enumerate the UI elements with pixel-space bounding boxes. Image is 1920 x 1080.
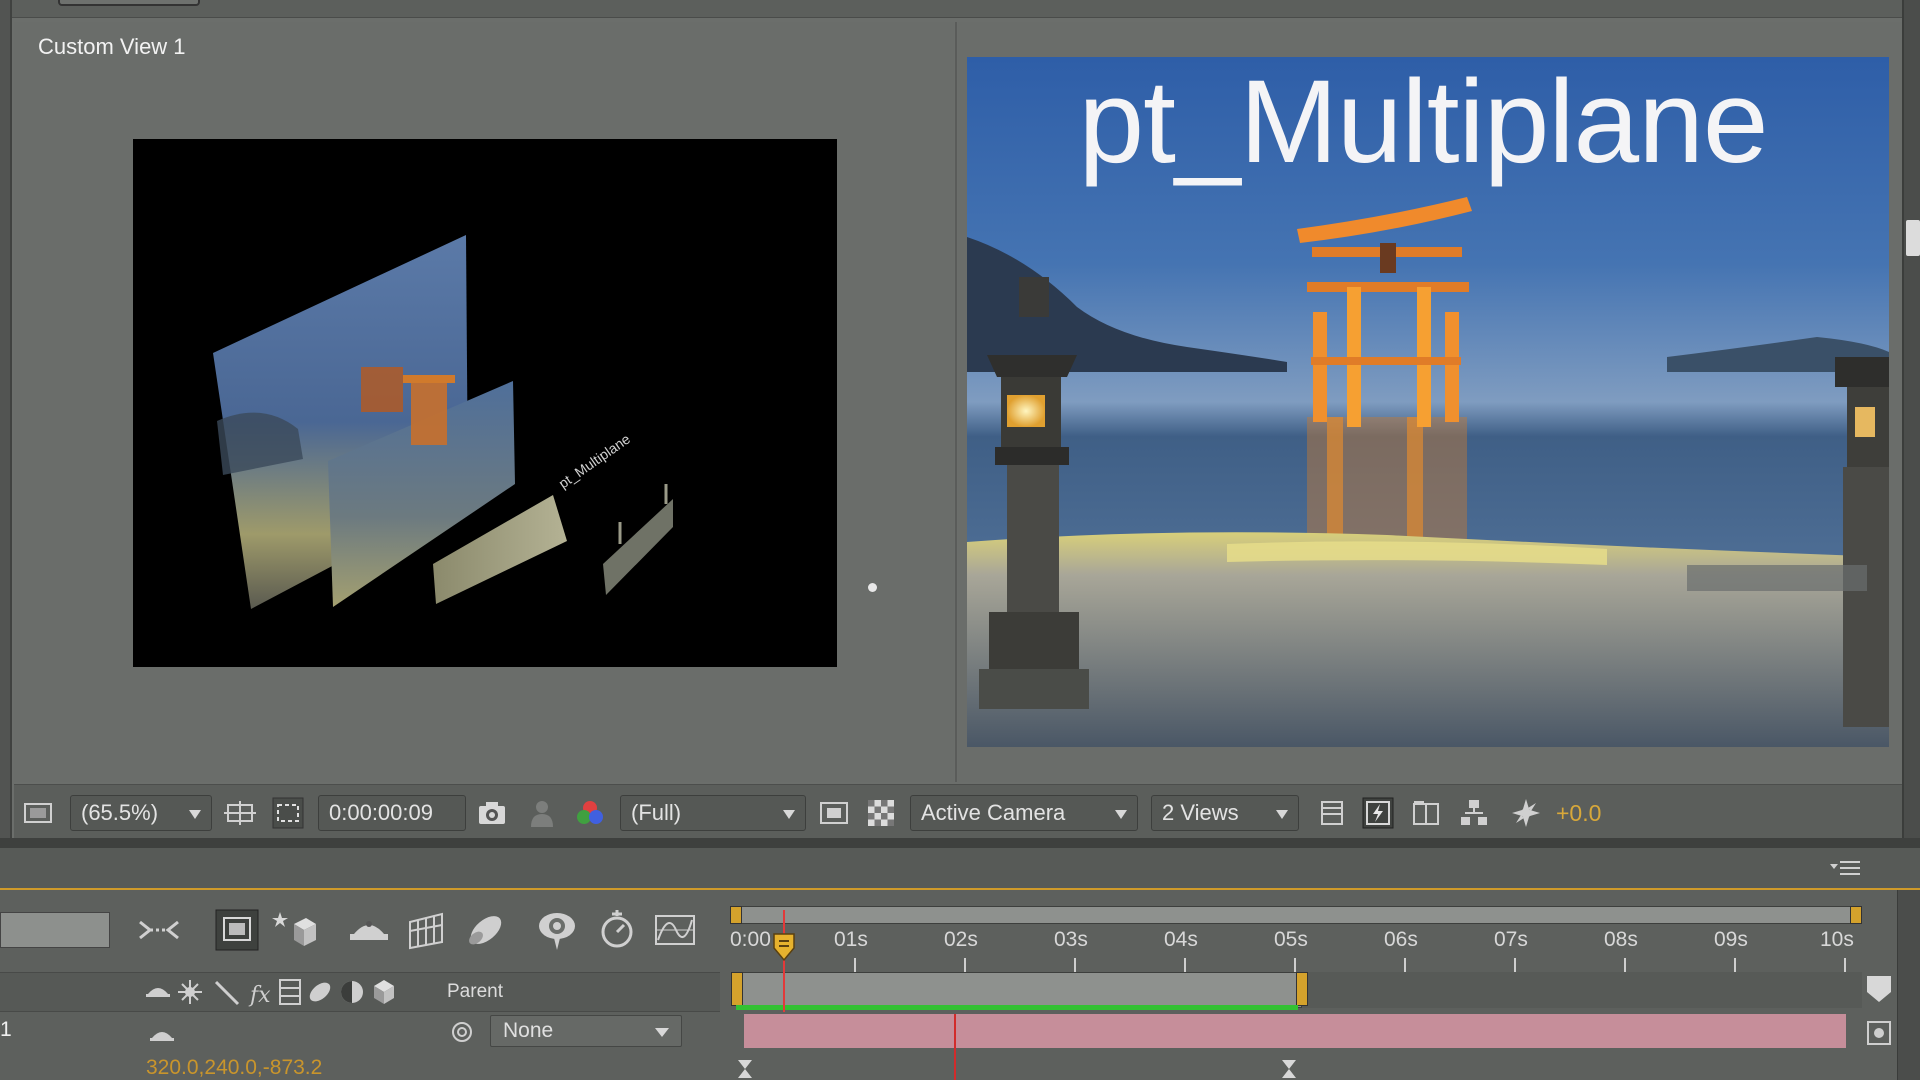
magnification-dropdown[interactable]: (65.5%)	[70, 795, 212, 831]
brainstorm-icon[interactable]	[534, 908, 580, 952]
graph-editor-icon[interactable]	[652, 908, 698, 952]
views-value: 2 Views	[1162, 800, 1239, 825]
reset-exposure-icon[interactable]	[1510, 797, 1542, 829]
time-navigator[interactable]	[730, 906, 1862, 924]
panel-scrollbar[interactable]	[1902, 0, 1920, 838]
ruler-label: 02s	[944, 928, 978, 951]
timeline-tab-bar	[0, 848, 1920, 890]
parent-dropdown[interactable]: None	[490, 1015, 682, 1047]
ruler-label: 09s	[1714, 928, 1748, 951]
draft-3d-icon[interactable]	[272, 908, 318, 952]
flowchart-icon[interactable]	[1458, 797, 1490, 829]
shy-switch-icon[interactable]	[148, 1024, 176, 1044]
transparency-grid-icon[interactable]	[865, 797, 897, 829]
timeline-panel-icon[interactable]	[1410, 797, 1442, 829]
view-layout-dropdown[interactable]: 2 Views	[1151, 795, 1299, 831]
panel-menu-icon[interactable]	[1828, 856, 1862, 880]
work-area-remainder	[1302, 972, 1862, 1008]
ruler-label: 0:00	[730, 928, 771, 951]
shy-switch-icon[interactable]	[146, 988, 170, 997]
chevron-down-icon	[783, 810, 795, 819]
parent-value: None	[503, 1019, 554, 1042]
panel-separator	[0, 838, 1920, 848]
svg-text:pt_Multiplane: pt_Multiplane	[556, 430, 634, 491]
effects-switch-icon[interactable]: fx	[248, 983, 271, 1008]
fast-preview-region-icon[interactable]	[818, 797, 850, 829]
toggle-pixel-aspect-icon[interactable]	[1316, 797, 1348, 829]
ruler-label: 10s	[1820, 928, 1854, 951]
scrollbar-thumb[interactable]	[1906, 220, 1920, 256]
chevron-down-icon	[1276, 810, 1288, 819]
comp-mini-flowchart-icon[interactable]	[136, 908, 182, 952]
title-action-safe-icon[interactable]	[224, 797, 256, 829]
render-title-text: pt_Multiplane	[1078, 57, 1769, 188]
work-area-end-handle[interactable]	[1296, 972, 1308, 1006]
shy-layers-icon[interactable]	[346, 908, 392, 952]
layer-duration-bar[interactable]	[744, 1014, 1846, 1048]
snapshot-icon[interactable]	[476, 797, 508, 829]
fast-preview-icon[interactable]	[1362, 797, 1394, 829]
motion-blur-icon[interactable]	[462, 908, 508, 952]
keyframe-marker-icon[interactable]	[736, 1058, 754, 1080]
channel-icon[interactable]	[574, 797, 606, 829]
ruler-label: 06s	[1384, 928, 1418, 951]
pick-whip-target-icon[interactable]	[1864, 1018, 1894, 1048]
pick-whip-icon[interactable]	[450, 1020, 474, 1044]
current-time-field[interactable]: 0:00:00:09	[318, 795, 466, 831]
playhead-icon[interactable]	[772, 932, 796, 962]
viewer-top-strip	[0, 0, 1920, 18]
3d-layer-switch-icon[interactable]	[374, 980, 394, 1004]
motion-blur-switch-icon[interactable]	[306, 979, 333, 1005]
chevron-down-icon	[1115, 810, 1127, 819]
camera-point-of-interest[interactable]	[868, 583, 877, 592]
parent-column-header: Parent	[447, 981, 503, 1002]
chevron-down-icon	[655, 1028, 669, 1037]
collapse-switch-icon[interactable]	[178, 980, 202, 1004]
region-of-interest-icon[interactable]	[272, 797, 304, 829]
ram-preview-cache-bar	[736, 1005, 1298, 1010]
ruler-label: 04s	[1164, 928, 1198, 951]
resolution-dropdown[interactable]: (Full)	[620, 795, 806, 831]
ruler-label: 05s	[1274, 928, 1308, 951]
resolution-value: (Full)	[631, 800, 682, 825]
custom-view-3d-canvas[interactable]: pt_Multiplane	[133, 139, 837, 667]
work-area-bar[interactable]	[736, 972, 1302, 1008]
ruler-label: 08s	[1604, 928, 1638, 951]
navigator-end-handle[interactable]	[1850, 906, 1862, 924]
switch-column-icons: fx	[146, 979, 394, 1008]
view-options-icon[interactable]	[22, 797, 54, 829]
layer-number: 1	[0, 1018, 12, 1041]
magnification-value: (65.5%)	[81, 800, 159, 825]
ruler-label: 03s	[1054, 928, 1088, 951]
position-property-value[interactable]: 320.0,240.0,-873.2	[146, 1056, 322, 1080]
navigator-start-handle[interactable]	[730, 906, 742, 924]
panel-left-edge	[0, 0, 12, 838]
work-area-start-handle[interactable]	[731, 972, 743, 1006]
frame-blending-icon[interactable]	[404, 908, 450, 952]
viewer-tab[interactable]	[58, 0, 200, 6]
exposure-value[interactable]: +0.0	[1556, 797, 1601, 829]
multiplane-layers-graphic: pt_Multiplane	[213, 235, 673, 609]
adjustment-layer-switch-icon[interactable]	[341, 981, 363, 1003]
active-camera-render[interactable]: pt_Multiplane	[967, 57, 1889, 747]
camera-value: Active Camera	[921, 800, 1066, 825]
layer-search-input[interactable]	[0, 912, 110, 948]
timecode-value: 0:00:00:09	[329, 800, 433, 825]
quality-switch-icon[interactable]	[214, 980, 240, 1006]
current-time-indicator-lower	[954, 1014, 956, 1080]
keyframe-marker-icon[interactable]	[1280, 1058, 1298, 1080]
view-divider[interactable]	[955, 22, 957, 782]
3d-view-dropdown[interactable]: Active Camera	[910, 795, 1138, 831]
ruler-label: 01s	[834, 928, 868, 951]
comp-button-icon[interactable]	[1864, 972, 1894, 1006]
custom-view-label: Custom View 1	[38, 34, 186, 59]
chevron-down-icon	[189, 810, 201, 819]
timeline-scrollbar[interactable]	[1897, 890, 1920, 1080]
show-snapshot-icon[interactable]	[526, 797, 558, 829]
ruler-label: 07s	[1494, 928, 1528, 951]
frame-blend-switch-icon[interactable]	[279, 979, 301, 1005]
live-update-icon[interactable]	[214, 908, 260, 952]
auto-keyframe-icon[interactable]	[594, 908, 640, 952]
